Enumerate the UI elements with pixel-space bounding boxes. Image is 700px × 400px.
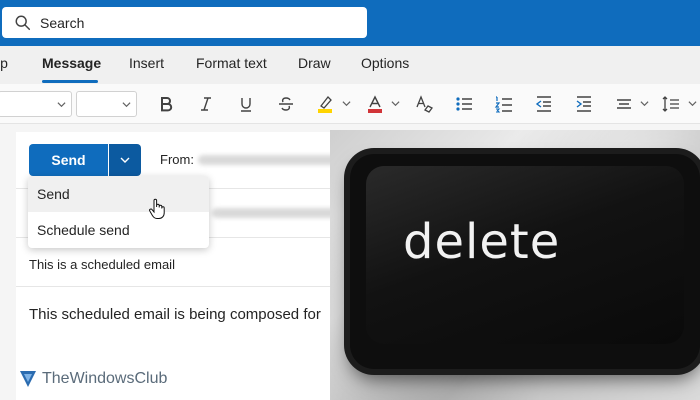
- increase-indent-icon: [576, 96, 591, 112]
- send-split-button: Send: [29, 144, 141, 176]
- clear-formatting-button[interactable]: [413, 93, 435, 115]
- ribbon-tabs: lp Message Insert Format text Draw Optio…: [0, 46, 700, 84]
- chevron-down-icon: [57, 102, 66, 108]
- compose-pane: Send From: This is a scheduled email Thi…: [16, 132, 356, 400]
- menu-item-send[interactable]: Send: [28, 176, 209, 212]
- tab-options[interactable]: Options: [361, 55, 409, 71]
- message-body[interactable]: This scheduled email is being composed f…: [29, 306, 321, 323]
- search-icon: [15, 15, 31, 30]
- font-color-icon: [368, 95, 382, 113]
- search-box[interactable]: Search: [2, 7, 367, 38]
- italic-button[interactable]: [195, 93, 217, 115]
- formatting-toolbar: [0, 84, 700, 124]
- highlight-icon: [318, 96, 332, 113]
- divider: [16, 286, 356, 287]
- send-options-button[interactable]: [109, 144, 141, 176]
- from-address-redacted: [198, 155, 348, 165]
- align-button[interactable]: [613, 93, 635, 115]
- decrease-indent-button[interactable]: [533, 93, 555, 115]
- bold-icon: [161, 97, 173, 112]
- send-dropdown-menu: Send Schedule send: [28, 176, 209, 248]
- bullets-button[interactable]: [453, 93, 475, 115]
- chevron-down-icon[interactable]: [342, 99, 351, 108]
- key-label: delete: [403, 214, 561, 270]
- strikethrough-button[interactable]: [275, 93, 297, 115]
- menu-item-schedule-send[interactable]: Schedule send: [28, 212, 209, 248]
- bold-button[interactable]: [155, 93, 177, 115]
- numbering-icon: [494, 96, 512, 113]
- keycap: delete: [350, 154, 700, 369]
- highlight-button[interactable]: [314, 93, 336, 115]
- italic-icon: [201, 97, 211, 111]
- search-placeholder: Search: [40, 14, 85, 31]
- chevron-down-icon: [122, 102, 131, 108]
- font-family-select[interactable]: [0, 91, 72, 117]
- chevron-down-icon[interactable]: [688, 99, 697, 108]
- watermark-text: TheWindowsClub: [42, 370, 168, 387]
- chevron-down-icon[interactable]: [640, 99, 649, 108]
- increase-indent-button[interactable]: [573, 93, 595, 115]
- tab-help[interactable]: lp: [0, 55, 8, 71]
- chevron-down-icon: [120, 157, 130, 163]
- bullets-icon: [456, 97, 472, 111]
- numbering-button[interactable]: [493, 93, 515, 115]
- tab-message[interactable]: Message: [42, 55, 101, 71]
- active-tab-indicator: [42, 80, 98, 83]
- title-bar: Search: [0, 0, 700, 46]
- line-spacing-button[interactable]: [660, 93, 682, 115]
- from-label: From:: [160, 152, 194, 167]
- send-button[interactable]: Send: [29, 144, 108, 176]
- tab-insert[interactable]: Insert: [129, 55, 164, 71]
- tab-draw[interactable]: Draw: [298, 55, 331, 71]
- chevron-down-icon[interactable]: [391, 99, 400, 108]
- windows-club-logo-icon: [20, 371, 36, 387]
- keycap-surface: delete: [366, 166, 684, 344]
- line-spacing-icon: [662, 96, 679, 112]
- subject-field[interactable]: This is a scheduled email: [29, 257, 175, 272]
- font-color-button[interactable]: [364, 93, 386, 115]
- delete-key-photo: delete: [330, 130, 700, 400]
- to-address-redacted: [212, 208, 348, 218]
- watermark: TheWindowsClub: [18, 369, 167, 389]
- clear-formatting-icon: [416, 95, 433, 113]
- underline-button[interactable]: [235, 93, 257, 115]
- align-icon: [617, 99, 631, 109]
- font-size-select[interactable]: [76, 91, 137, 117]
- underline-icon: [241, 98, 251, 112]
- decrease-indent-icon: [535, 96, 551, 112]
- strikethrough-icon: [279, 97, 293, 111]
- tab-format-text[interactable]: Format text: [196, 55, 267, 71]
- hand-cursor-icon: [149, 198, 165, 219]
